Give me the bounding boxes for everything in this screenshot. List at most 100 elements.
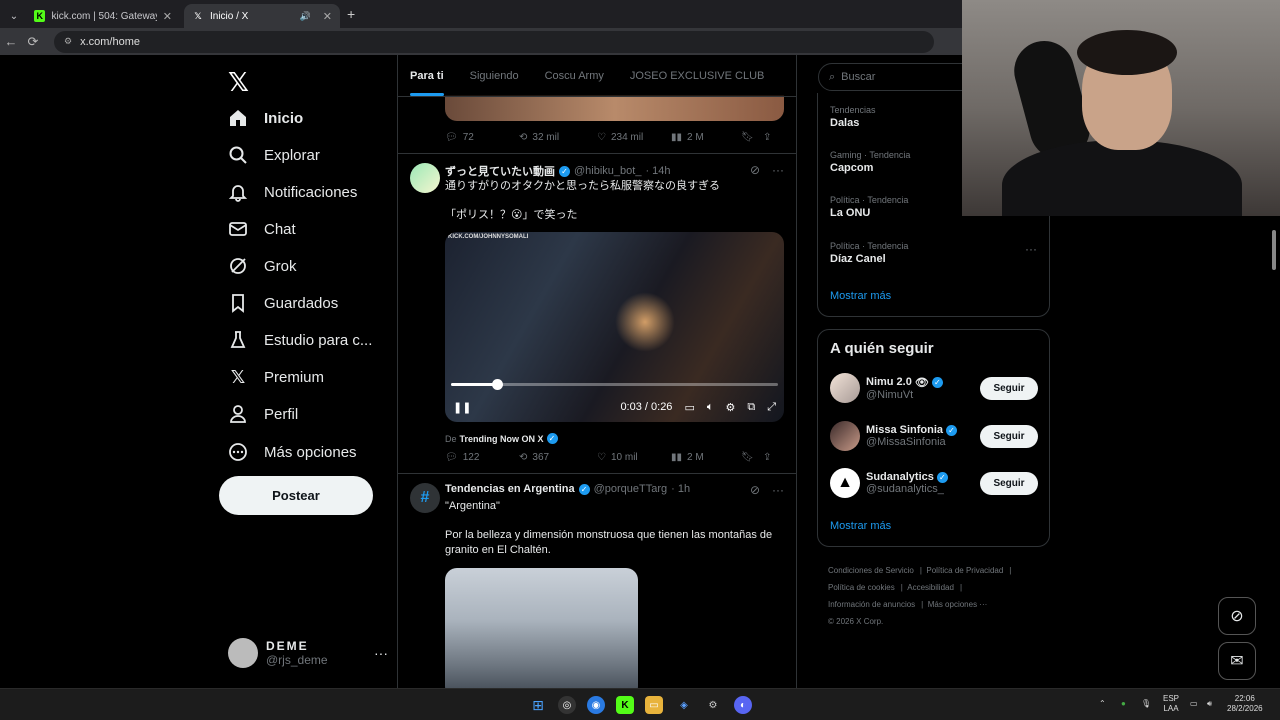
close-tab-icon[interactable]: ✕: [163, 10, 172, 23]
tab-joseo-exclusive-club[interactable]: JOSEO EXCLUSIVE CLUB: [630, 70, 765, 82]
tray-app-icon[interactable]: ●: [1121, 699, 1126, 709]
reload-icon[interactable]: ⟳: [22, 34, 44, 50]
follow-suggestion[interactable]: Nimu 2.0 👁︎ ✓ @NimuVt Seguir: [830, 372, 1038, 404]
share-button[interactable]: ⇪: [763, 452, 771, 463]
reply-button[interactable]: 💬︎ 72: [445, 132, 519, 143]
volume-icon[interactable]: 🔊︎: [1207, 699, 1212, 709]
video-progress-bar[interactable]: [451, 379, 778, 390]
follow-button[interactable]: Seguir: [980, 376, 1038, 400]
language-indicator[interactable]: ESP LAA: [1163, 694, 1179, 714]
like-button[interactable]: ♡ 234 mil: [597, 132, 671, 143]
picture-in-picture-icon[interactable]: ⧉: [747, 401, 755, 414]
trend-item[interactable]: Política · Tendencia Díaz Canel: [830, 241, 908, 265]
follow-button[interactable]: Seguir: [980, 471, 1038, 495]
close-tab-icon[interactable]: ✕: [323, 10, 332, 23]
account-switcher[interactable]: DEME @rjs_deme ···: [228, 635, 388, 671]
follow-button[interactable]: Seguir: [980, 424, 1038, 448]
settings-gear-icon[interactable]: ⚙: [725, 401, 735, 414]
discord-icon[interactable]: ◐: [734, 696, 752, 714]
tweet-image[interactable]: [445, 568, 638, 688]
x-logo-icon[interactable]: 𝕏: [228, 67, 249, 98]
grok-fab-icon[interactable]: ⊘: [1218, 597, 1256, 635]
tab-for-you[interactable]: Para ti: [410, 70, 444, 96]
grok-icon[interactable]: ⊘: [750, 163, 760, 177]
trend-item[interactable]: Tendencias Dalas: [830, 105, 876, 129]
browser-tab-x[interactable]: 𝕏 Inicio / X 🔊 ✕: [184, 4, 340, 28]
app-icon[interactable]: ◎: [558, 696, 576, 714]
bookmark-button[interactable]: 🔖︎: [741, 132, 763, 143]
clock[interactable]: 22:06 28/2/2026: [1227, 694, 1263, 714]
share-button[interactable]: ⇪: [763, 132, 771, 143]
repost-button[interactable]: ⟲ 367: [519, 452, 597, 463]
captions-icon[interactable]: ▭: [684, 401, 694, 414]
author-handle[interactable]: @porqueTTarg: [594, 483, 668, 495]
nav-item-bookmarks[interactable]: Guardados: [228, 290, 338, 316]
more-dots-icon[interactable]: ···: [772, 163, 784, 177]
views-button[interactable]: ▮▮ 2 M: [671, 452, 741, 463]
tweet-time[interactable]: · 14h: [645, 165, 670, 177]
trend-item[interactable]: Política · Tendencia La ONU: [830, 195, 908, 219]
nav-item-more[interactable]: Más opciones: [228, 439, 357, 465]
footer-link-accessibility[interactable]: Accesibilidad: [907, 583, 954, 592]
post-button[interactable]: Postear: [219, 476, 373, 515]
bookmark-button[interactable]: 🔖︎: [741, 452, 763, 463]
source-account[interactable]: Trending Now ON X: [460, 434, 544, 444]
app-icon[interactable]: ◈: [675, 696, 693, 714]
avatar[interactable]: [830, 421, 860, 451]
avatar[interactable]: [830, 373, 860, 403]
footer-link-cookies[interactable]: Política de cookies: [828, 583, 895, 592]
like-button[interactable]: ♡ 10 mil: [597, 452, 671, 463]
footer-link-ads-info[interactable]: Información de anuncios: [828, 600, 915, 609]
new-tab-button[interactable]: +: [347, 6, 355, 22]
hashtag-avatar-icon[interactable]: #: [410, 483, 440, 513]
chevron-up-icon[interactable]: ⌃: [1099, 699, 1106, 709]
nav-item-studio[interactable]: Estudio para c...: [228, 327, 372, 353]
speaker-icon[interactable]: 🔊: [300, 11, 311, 22]
nav-item-home[interactable]: Inicio: [228, 105, 303, 131]
video-player[interactable]: KICK.COM/JOHNNYSOMALI ❚❚ 0:03 / 0:26 ▭ 🔈…: [445, 232, 784, 422]
settings-gear-icon[interactable]: ⚙: [704, 696, 722, 714]
kick-icon[interactable]: K: [616, 696, 634, 714]
chrome-icon[interactable]: ◉: [587, 696, 605, 714]
follow-suggestion[interactable]: Missa Sinfonia ✓ @MissaSinfonia Seguir: [830, 420, 1038, 452]
repost-button[interactable]: ⟲ 32 mil: [519, 132, 597, 143]
page-scrollbar[interactable]: [1272, 230, 1276, 270]
nav-item-explore[interactable]: Explorar: [228, 142, 320, 168]
url-field[interactable]: ⚙ x.com/home: [54, 30, 934, 53]
fullscreen-icon[interactable]: ⤢: [767, 401, 776, 414]
volume-icon[interactable]: 🔈︎: [707, 401, 714, 414]
footer-link-terms[interactable]: Condiciones de Servicio: [828, 566, 914, 575]
site-info-icon[interactable]: ⚙: [64, 36, 72, 47]
trend-item[interactable]: Gaming · Tendencia Capcom: [830, 150, 910, 174]
back-arrow-icon[interactable]: ←: [0, 34, 22, 49]
video-scrubber-handle[interactable]: [491, 379, 503, 390]
more-dots-icon[interactable]: ···: [772, 483, 784, 497]
messages-fab-icon[interactable]: ✉: [1218, 642, 1256, 680]
file-explorer-icon[interactable]: ▭: [645, 696, 663, 714]
tab-list-button[interactable]: ⌄: [6, 4, 22, 28]
nav-item-profile[interactable]: Perfil: [228, 401, 298, 427]
nav-item-chat[interactable]: Chat: [228, 216, 296, 242]
microphone-icon[interactable]: 🎙︎: [1141, 699, 1151, 709]
grok-icon[interactable]: ⊘: [750, 483, 760, 497]
tweet-time[interactable]: · 1h: [671, 483, 690, 495]
nav-item-premium[interactable]: 𝕏 Premium: [228, 364, 324, 390]
follow-suggestion[interactable]: ▲ Sudanalytics ✓ @sudanalytics_ Seguir: [830, 467, 1038, 499]
network-icon[interactable]: ▭: [1190, 699, 1198, 709]
show-more-link[interactable]: Mostrar más: [830, 290, 891, 302]
more-dots-icon[interactable]: ···: [1025, 242, 1037, 256]
author-name[interactable]: Tendencias en Argentina: [445, 483, 575, 495]
sudanalytics-logo-icon[interactable]: ▲: [830, 468, 860, 498]
author-handle[interactable]: @hibiku_bot_: [574, 165, 641, 177]
windows-start-icon[interactable]: ⊞: [529, 696, 547, 714]
author-name[interactable]: ずっと見ていたい動画: [445, 163, 555, 179]
reply-button[interactable]: 💬︎ 122: [445, 452, 519, 463]
show-more-link[interactable]: Mostrar más: [830, 520, 891, 532]
views-button[interactable]: ▮▮ 2 M: [671, 132, 741, 143]
browser-tab-kick[interactable]: K kick.com | 504: Gateway time-o ✕: [26, 4, 180, 28]
avatar[interactable]: [410, 163, 440, 193]
nav-item-grok[interactable]: Grok: [228, 253, 297, 279]
pause-icon[interactable]: ❚❚: [453, 401, 471, 414]
footer-link-more[interactable]: Más opciones ···: [928, 600, 988, 609]
footer-link-privacy[interactable]: Política de Privacidad: [926, 566, 1003, 575]
